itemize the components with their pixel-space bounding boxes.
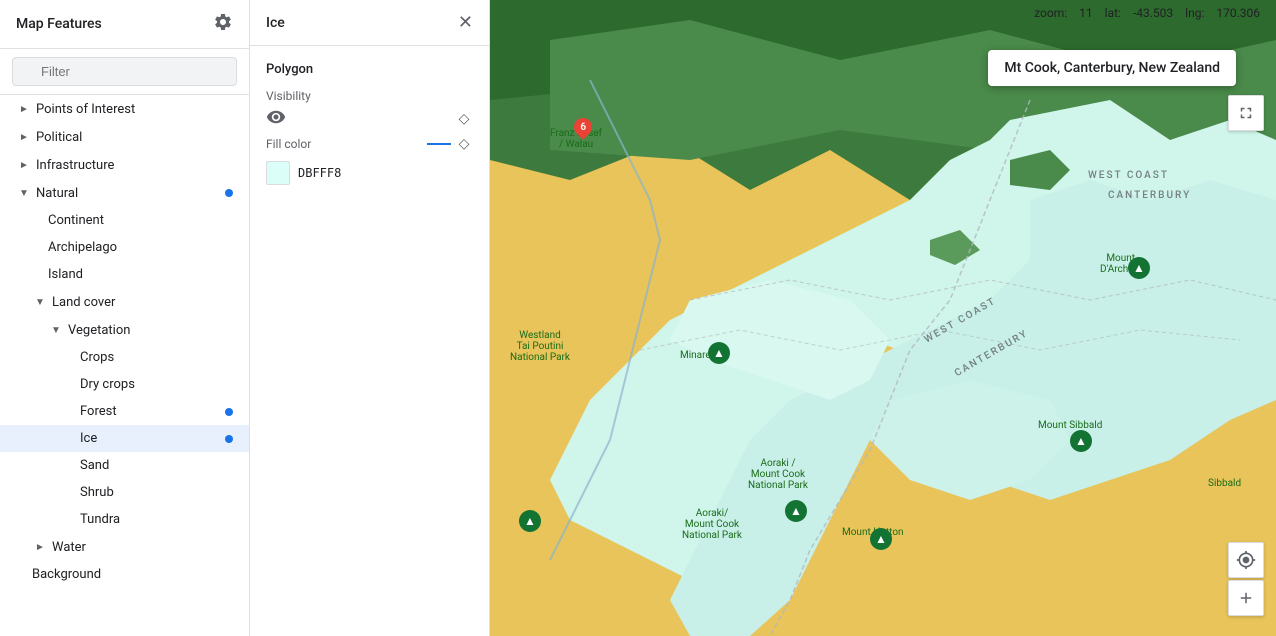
map-top-bar: zoom: 11 lat: -43.503 lng: 170.306 [1018,0,1276,26]
zoom-value: 11 [1079,6,1093,20]
chevron-icon-political: ► [16,129,32,145]
fill-color-line [427,143,451,145]
sidebar-label-sand: Sand [80,458,233,473]
sidebar-label-ice: Ice [80,431,221,446]
sibbald-marker-icon: ▲ [1075,434,1087,448]
sidebar-header: Map Features [0,0,249,49]
filter-bar [0,49,249,95]
sidebar-item-points-of-interest[interactable]: ► Points of Interest [0,95,249,123]
color-value-input[interactable]: DBFFF8 [298,166,378,180]
sidebar-item-political[interactable]: ► Political [0,123,249,151]
sidebar-item-infrastructure[interactable]: ► Infrastructure [0,151,249,179]
tooltip-text: Mt Cook, Canterbury, New Zealand [1004,60,1220,76]
sidebar-item-shrub[interactable]: Shrub [0,479,249,506]
dot-natural [225,189,233,197]
sidebar-tree: ► Points of Interest ► Political ► Infrastruc… [0,95,249,588]
close-icon[interactable]: ✕ [458,12,473,33]
detail-panel: Ice ✕ Polygon Visibility ◇ Fill color ◇ … [250,0,490,636]
sidebar-item-crops[interactable]: Crops [0,344,249,371]
lng-label: lng: [1185,6,1204,20]
polygon-label: Polygon [266,62,473,77]
map-controls [1228,542,1264,616]
map-tooltip: Mt Cook, Canterbury, New Zealand [988,50,1236,86]
sidebar-label-shrub: Shrub [80,485,233,500]
chevron-icon-points-of-interest: ► [16,101,32,117]
sidebar-label-forest: Forest [80,404,221,419]
sidebar-label-vegetation: Vegetation [68,323,233,338]
map-marker-minarets: ▲ [708,342,730,364]
sidebar-title: Map Features [16,16,102,32]
lng-value: 170.306 [1216,6,1260,20]
sidebar-item-continent[interactable]: Continent [0,207,249,234]
sidebar-item-water[interactable]: ► Water [0,533,249,561]
sidebar-item-background[interactable]: Background [0,561,249,588]
sidebar-label-archipelago: Archipelago [48,240,233,255]
sidebar-label-background: Background [32,567,233,582]
sidebar-item-dry-crops[interactable]: Dry crops [0,371,249,398]
visibility-diamond[interactable]: ◇ [455,110,473,128]
westland-marker-icon: ▲ [524,514,536,528]
sidebar-item-sand[interactable]: Sand [0,452,249,479]
chevron-icon-land-cover: ▼ [32,294,48,310]
chevron-icon-natural: ▼ [16,185,32,201]
color-swatch[interactable] [266,161,290,185]
sidebar-item-island[interactable]: Island [0,261,249,288]
filter-input[interactable] [12,57,237,86]
sidebar-item-forest[interactable]: Forest [0,398,249,425]
sidebar-item-ice[interactable]: Ice [0,425,249,452]
sidebar-item-natural[interactable]: ▼ Natural [0,179,249,207]
gear-icon[interactable] [213,12,233,36]
sidebar-label-tundra: Tundra [80,512,233,527]
chevron-icon-vegetation: ▼ [48,322,64,338]
lat-label: lat: [1105,6,1121,20]
sidebar-label-crops: Crops [80,350,233,365]
darchiac-marker-icon: ▲ [1133,261,1145,275]
fill-color-row: Fill color ◇ [266,135,473,153]
sidebar-label-points-of-interest: Points of Interest [36,102,233,117]
map-area[interactable]: zoom: 11 lat: -43.503 lng: 170.306 Mt Co… [490,0,1276,636]
locate-button[interactable] [1228,542,1264,578]
zoom-in-button[interactable] [1228,580,1264,616]
map-marker-westland: ▲ [519,510,541,532]
sidebar-item-tundra[interactable]: Tundra [0,506,249,533]
sidebar-label-political: Political [36,130,233,145]
hutton-marker-icon: ▲ [875,532,887,546]
dot-forest [225,408,233,416]
fullscreen-button[interactable] [1228,95,1264,131]
sidebar: Map Features ► Points of Interest ► Politic… [0,0,250,636]
chevron-icon-infrastructure: ► [16,157,32,173]
detail-header: Ice ✕ [250,0,489,46]
sidebar-label-land-cover: Land cover [52,295,233,310]
eye-icon[interactable] [266,107,286,131]
map-marker-aoraki: ▲ [785,500,807,522]
map-marker-hutton: ▲ [870,528,892,550]
lat-value: -43.503 [1133,6,1173,20]
fill-color-diamond[interactable]: ◇ [455,135,473,153]
sidebar-label-dry-crops: Dry crops [80,377,233,392]
color-swatch-row: DBFFF8 [266,161,473,185]
pin-label: 6 [580,122,586,133]
visibility-label: Visibility [266,89,473,103]
dot-ice [225,435,233,443]
sidebar-label-island: Island [48,267,233,282]
detail-body: Polygon Visibility ◇ Fill color ◇ DBFFF8 [250,46,489,201]
map-marker-darchiac: ▲ [1128,257,1150,279]
sidebar-label-natural: Natural [36,186,221,201]
sidebar-label-continent: Continent [48,213,233,228]
visibility-section: ◇ [266,107,473,131]
sidebar-label-infrastructure: Infrastructure [36,158,233,173]
sidebar-label-water: Water [52,540,233,555]
zoom-label: zoom: [1034,6,1067,20]
sidebar-item-archipelago[interactable]: Archipelago [0,234,249,261]
minarets-marker-icon: ▲ [713,346,725,360]
sidebar-item-vegetation[interactable]: ▼ Vegetation [0,316,249,344]
map-marker-sibbald: ▲ [1070,430,1092,452]
aoraki-marker-icon: ▲ [790,504,802,518]
chevron-icon-water: ► [32,539,48,555]
fill-color-label: Fill color [266,137,427,151]
sidebar-item-land-cover[interactable]: ▼ Land cover [0,288,249,316]
detail-title: Ice [266,15,285,31]
